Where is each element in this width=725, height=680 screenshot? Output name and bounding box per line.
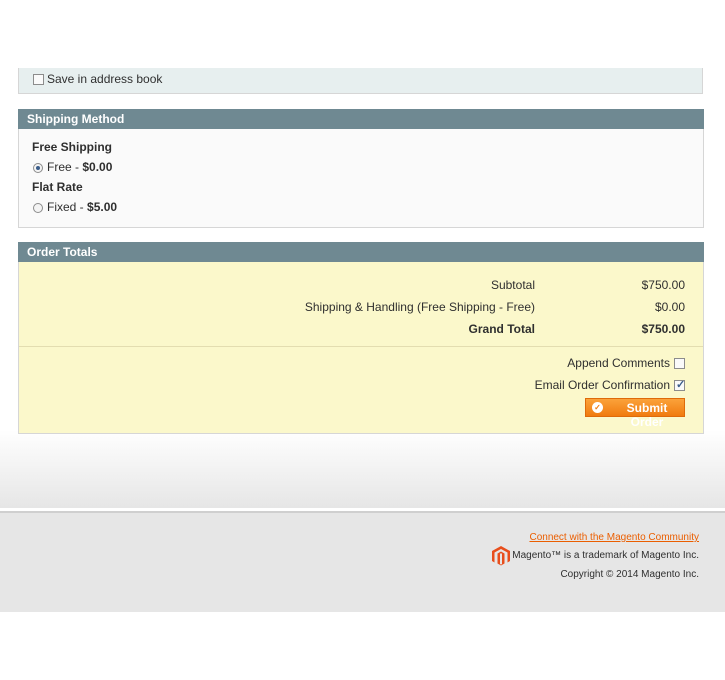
shipping-option-fixed-label: Fixed -	[47, 200, 88, 214]
append-comments-checkbox[interactable]	[674, 358, 685, 369]
shipping-method-body	[18, 129, 704, 228]
check-circle-icon: ✓	[592, 402, 603, 413]
subtotal-value: $750.00	[641, 278, 685, 292]
shipping-handling-label: Shipping & Handling (Free Shipping - Fre…	[304, 300, 535, 314]
shipping-method-title: Shipping Method	[27, 112, 125, 126]
save-in-address-book-checkbox[interactable]	[33, 74, 44, 85]
totals-divider	[19, 346, 703, 347]
grand-total-label: Grand Total	[468, 322, 535, 336]
shipping-carrier-flat-rate: Flat Rate	[32, 180, 83, 194]
order-totals-header: Order Totals	[18, 242, 704, 262]
checkmark-icon: ✓	[676, 379, 686, 391]
shipping-radio-fixed[interactable]	[33, 203, 43, 213]
shipping-method-header: Shipping Method	[18, 109, 704, 129]
footer	[0, 513, 725, 612]
shipping-handling-value: $0.00	[654, 300, 685, 314]
append-comments-label: Append Comments	[567, 356, 670, 370]
shipping-option-free-label: Free -	[47, 160, 83, 174]
subtotal-label: Subtotal	[490, 278, 535, 292]
magento-logo-icon	[492, 546, 510, 566]
shipping-option-fixed[interactable]: Fixed - $5.00	[47, 200, 117, 214]
email-confirmation-label: Email Order Confirmation	[534, 378, 670, 392]
email-confirmation-checkbox[interactable]: ✓	[674, 379, 686, 391]
magento-community-link[interactable]: Connect with the Magento Community	[529, 532, 699, 543]
submit-order-label: Submit Order	[626, 401, 668, 429]
shipping-option-fixed-price: $5.00	[87, 200, 118, 214]
shipping-option-free-price: $0.00	[82, 160, 113, 174]
submit-order-button[interactable]: ✓ Submit Order	[585, 398, 685, 429]
grand-total-value: $750.00	[641, 322, 685, 336]
save-in-address-book-label: Save in address book	[47, 72, 163, 86]
trademark-text: Magento™ is a trademark of Magento Inc.	[512, 550, 699, 561]
copyright-text: Copyright © 2014 Magento Inc.	[560, 569, 699, 580]
shipping-carrier-free-shipping: Free Shipping	[32, 140, 113, 154]
order-totals-title: Order Totals	[27, 245, 98, 259]
shipping-option-free[interactable]: Free - $0.00	[47, 160, 112, 174]
shipping-radio-free[interactable]	[33, 163, 43, 173]
page-background-gradient	[0, 430, 725, 508]
